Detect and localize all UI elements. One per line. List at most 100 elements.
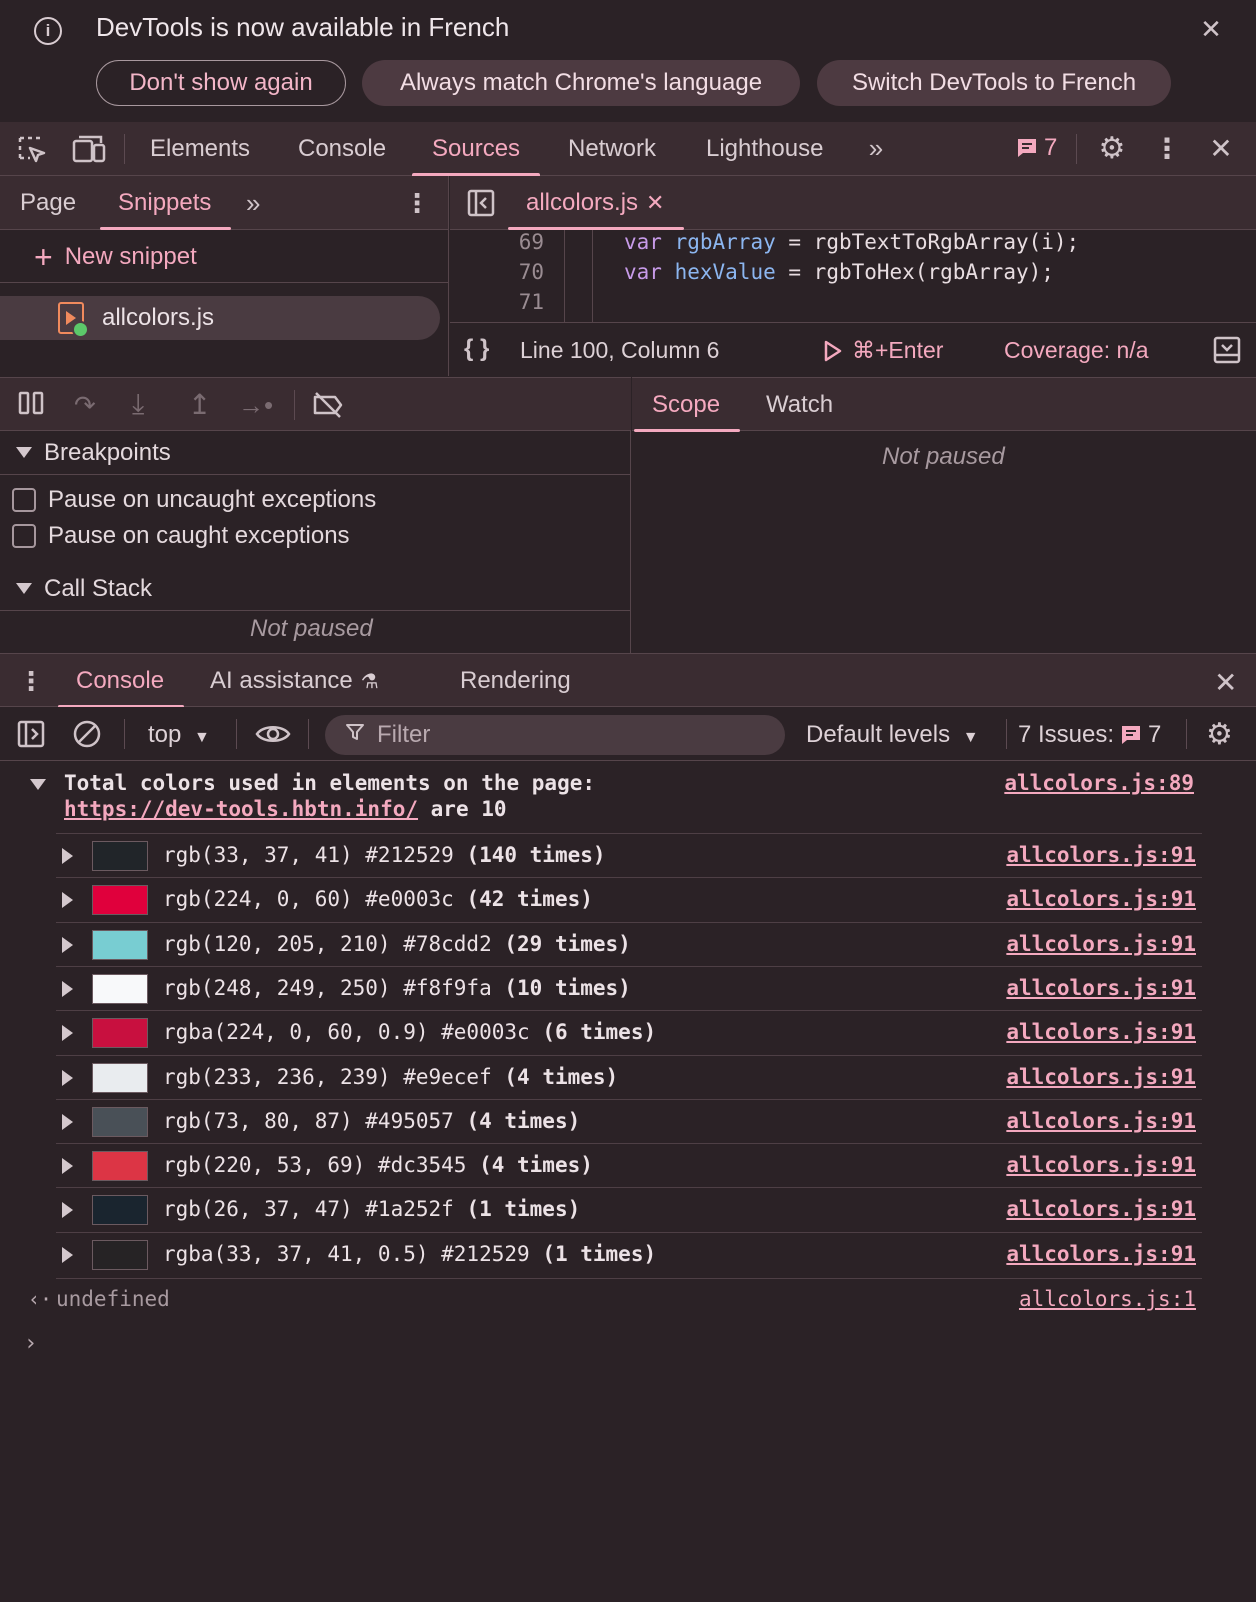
checkbox[interactable]	[12, 488, 36, 512]
tab-lighthouse[interactable]: Lighthouse	[706, 122, 823, 176]
tab-elements[interactable]: Elements	[150, 122, 250, 176]
expand-triangle-icon[interactable]	[62, 892, 73, 909]
color-swatch[interactable]	[92, 929, 148, 960]
expand-triangle-icon[interactable]	[62, 848, 73, 864]
switch-to-french-button[interactable]: Switch DevTools to French	[817, 60, 1171, 106]
color-swatch[interactable]	[92, 841, 148, 871]
source-link[interactable]: allcolors.js:91	[1006, 1065, 1196, 1089]
color-row[interactable]: rgb(220, 53, 69) #dc3545 (4 times) allcol…	[56, 1143, 1202, 1187]
source-link[interactable]: allcolors.js:91	[1006, 1197, 1196, 1221]
step-into-icon[interactable]: ⤓	[132, 388, 144, 421]
result-source-link[interactable]: allcolors.js:1	[1019, 1287, 1196, 1311]
color-row[interactable]: rgb(26, 37, 47) #1a252f (1 times) allcolo…	[56, 1187, 1202, 1231]
expand-triangle-icon[interactable]	[62, 1069, 73, 1086]
tab-scope[interactable]: Scope	[633, 378, 741, 432]
context-selector[interactable]: top ▼	[148, 721, 210, 749]
console-settings-gear-icon[interactable]: ⚙	[1206, 717, 1233, 752]
navigator-menu-icon[interactable]: ⋮	[404, 188, 430, 219]
expand-triangle-icon[interactable]	[62, 1202, 73, 1219]
pause-caught-checkbox[interactable]: Pause on caught exceptions	[12, 522, 350, 550]
pause-icon[interactable]	[18, 390, 44, 416]
color-swatch[interactable]	[92, 1239, 148, 1270]
color-swatch[interactable]	[92, 1195, 148, 1226]
tab-snippets[interactable]: Snippets	[99, 176, 232, 230]
tab-console[interactable]: Console	[298, 122, 386, 176]
source-link[interactable]: allcolors.js:91	[1006, 932, 1196, 956]
step-over-icon[interactable]: ↷	[74, 390, 96, 421]
pretty-print-icon[interactable]: { }	[464, 335, 489, 363]
color-row[interactable]: rgb(33, 37, 41) #212529 (140 times) allco…	[56, 833, 1202, 877]
color-swatch[interactable]	[92, 973, 148, 1004]
step-out-icon[interactable]: ↥	[188, 388, 211, 421]
tab-sources[interactable]: Sources	[411, 122, 541, 176]
coverage-status[interactable]: Coverage: n/a	[1004, 337, 1148, 364]
color-swatch[interactable]	[92, 1106, 148, 1137]
color-row[interactable]: rgb(233, 236, 239) #e9ecef (4 times) allc…	[56, 1054, 1202, 1099]
color-row[interactable]: rgb(120, 205, 210) #78cdd2 (29 times) all…	[56, 921, 1202, 966]
expand-triangle-icon[interactable]	[62, 1025, 73, 1042]
console-output[interactable]: Total colors used in elements on the pag…	[0, 761, 1256, 1602]
snippet-file-item[interactable]: allcolors.js	[0, 296, 440, 340]
breakpoints-header[interactable]: Breakpoints	[0, 431, 631, 475]
dont-show-again-button[interactable]: Don't show again	[96, 60, 346, 106]
color-swatch[interactable]	[92, 1062, 148, 1093]
device-toolbar-icon[interactable]	[72, 134, 106, 166]
collapse-triangle-icon[interactable]	[30, 779, 46, 790]
color-swatch[interactable]	[92, 1018, 148, 1049]
tab-network[interactable]: Network	[568, 122, 656, 176]
color-swatch[interactable]	[92, 885, 148, 916]
more-tabs-chevron-icon[interactable]: »	[862, 133, 890, 163]
close-devtools-icon[interactable]: ✕	[1206, 132, 1236, 164]
close-infobar-icon[interactable]: ✕	[1196, 14, 1226, 44]
expand-triangle-icon[interactable]	[62, 1246, 73, 1263]
live-expression-eye-icon[interactable]	[254, 717, 292, 751]
deactivate-breakpoints-icon[interactable]	[312, 390, 344, 420]
source-link[interactable]: allcolors.js:91	[1006, 843, 1196, 867]
color-row[interactable]: rgb(224, 0, 60) #e0003c (42 times) allcol…	[56, 877, 1202, 921]
more-navigator-tabs-icon[interactable]: »	[246, 188, 260, 219]
filter-input[interactable]: Filter	[325, 715, 785, 755]
source-link[interactable]: allcolors.js:91	[1006, 1109, 1196, 1133]
close-tab-icon[interactable]: ✕	[646, 190, 664, 216]
expand-triangle-icon[interactable]	[62, 1158, 73, 1175]
tab-page[interactable]: Page	[20, 176, 76, 230]
source-link[interactable]: allcolors.js:91	[1006, 887, 1196, 911]
pause-uncaught-checkbox[interactable]: Pause on uncaught exceptions	[12, 486, 376, 514]
drawer-tab-rendering[interactable]: Rendering	[460, 654, 571, 708]
call-stack-header[interactable]: Call Stack	[0, 567, 631, 611]
drawer-tab-ai-assistance[interactable]: AI assistance ⚗	[210, 654, 379, 708]
console-issues-button[interactable]: 7 Issues: 7	[1018, 721, 1161, 749]
step-icon[interactable]: →•	[238, 390, 273, 421]
color-row[interactable]: rgb(248, 249, 250) #f8f9fa (10 times) all…	[56, 965, 1202, 1010]
log-levels-dropdown[interactable]: Default levels ▼	[806, 721, 979, 749]
source-link[interactable]: allcolors.js:91	[1006, 1153, 1196, 1177]
color-swatch[interactable]	[92, 1151, 148, 1182]
toggle-debugger-icon[interactable]	[1212, 335, 1242, 365]
color-row[interactable]: rgb(73, 80, 87) #495057 (4 times) allcolo…	[56, 1098, 1202, 1143]
expand-triangle-icon[interactable]	[62, 1113, 73, 1130]
source-link[interactable]: allcolors.js:91	[1006, 1020, 1196, 1044]
clear-console-icon[interactable]	[72, 719, 102, 749]
inspect-element-icon[interactable]	[16, 134, 48, 166]
tab-watch[interactable]: Watch	[766, 378, 833, 432]
source-link[interactable]: allcolors.js:91	[1006, 1242, 1196, 1266]
source-link[interactable]: allcolors.js:91	[1006, 976, 1196, 1000]
drawer-tab-console[interactable]: Console	[57, 654, 185, 708]
expand-triangle-icon[interactable]	[62, 936, 73, 953]
source-link[interactable]: allcolors.js:89	[1004, 771, 1194, 795]
checkbox[interactable]	[12, 524, 36, 548]
color-row[interactable]: rgba(33, 37, 41, 0.5) #212529 (1 times) a…	[56, 1231, 1202, 1276]
more-options-icon[interactable]: ⋮	[1152, 132, 1182, 164]
close-drawer-icon[interactable]: ✕	[1214, 666, 1237, 699]
color-row[interactable]: rgba(224, 0, 60, 0.9) #e0003c (6 times) a…	[56, 1010, 1202, 1054]
console-prompt-icon[interactable]: ›	[24, 1331, 37, 1356]
new-snippet-button[interactable]: + New snippet	[34, 241, 197, 273]
settings-gear-icon[interactable]: ⚙	[1096, 132, 1128, 165]
code-area[interactable]: 69 70 71 var rgbArray = rgbTextToRgbArra…	[450, 230, 1256, 322]
expand-triangle-icon[interactable]	[62, 980, 73, 997]
run-snippet-button[interactable]: ⌘+Enter	[824, 337, 943, 364]
page-url-link[interactable]: https://dev-tools.hbtn.info/	[64, 797, 418, 821]
console-group-header[interactable]: Total colors used in elements on the pag…	[0, 771, 1256, 833]
issues-counter[interactable]: 7	[1016, 134, 1057, 162]
editor-file-tab[interactable]: allcolors.js ✕	[507, 176, 686, 230]
